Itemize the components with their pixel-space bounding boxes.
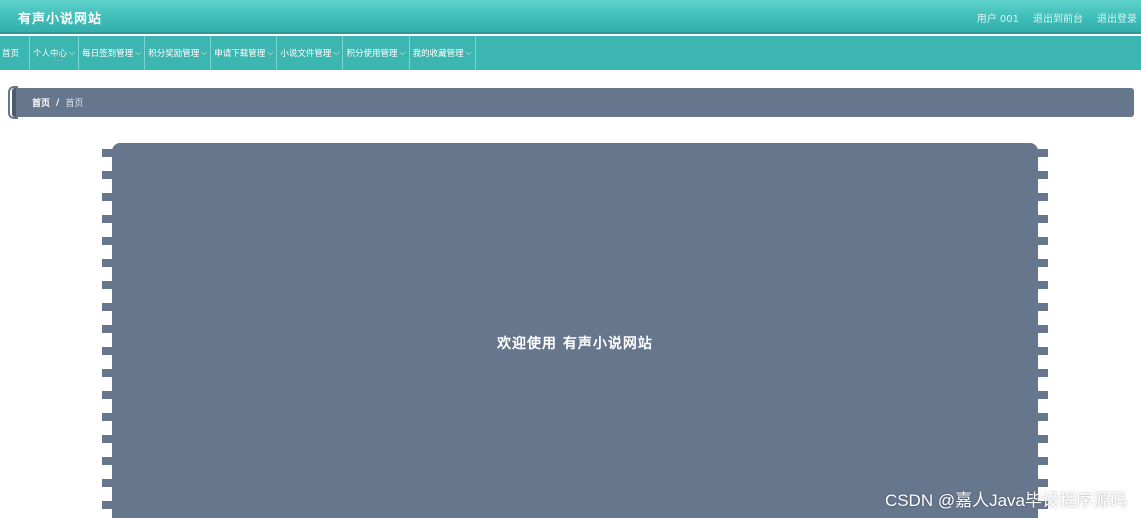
chevron-down-icon: ⌵ xyxy=(201,48,208,57)
chevron-down-icon: ⌵ xyxy=(69,48,76,57)
nav-item-novel-files[interactable]: 小说文件管理 ⌵ xyxy=(277,36,344,70)
nav-item-label: 每日签到管理 xyxy=(82,49,134,59)
nav-item-daily-checkin[interactable]: 每日签到管理 ⌵ xyxy=(79,36,146,70)
nav-item-points-reward[interactable]: 积分奖励管理 ⌵ xyxy=(145,36,212,70)
site-title: 有声小说网站 xyxy=(18,12,103,27)
chevron-down-icon: ⌵ xyxy=(333,48,340,57)
nav-item-label: 申请下载管理 xyxy=(214,49,266,59)
top-header: 有声小说网站 用户 001 退出到前台 退出登录 xyxy=(0,0,1141,34)
nav-item-label: 首页 xyxy=(2,49,20,59)
nav-item-home[interactable]: 首页 xyxy=(0,36,31,70)
chevron-down-icon: ⌵ xyxy=(399,48,406,57)
chevron-down-icon: ⌵ xyxy=(135,48,142,57)
nav-item-download-request[interactable]: 申请下载管理 ⌵ xyxy=(211,36,278,70)
panel-right-edge xyxy=(1038,149,1048,518)
welcome-panel-wrapper: 欢迎使用 有声小说网站 xyxy=(102,143,1048,518)
nav-item-label: 积分奖励管理 xyxy=(148,49,200,59)
user-label: 用户 001 xyxy=(976,14,1019,25)
breadcrumb: 首页 / 首页 xyxy=(12,88,1134,117)
nav-item-label: 积分使用管理 xyxy=(346,49,398,59)
logout-link[interactable]: 退出登录 xyxy=(1097,10,1137,25)
breadcrumb-home-link[interactable]: 首页 xyxy=(32,96,50,109)
main-nav: 首页 个人中心 ⌵ 每日签到管理 ⌵ 积分奖励管理 ⌵ 申请下载管理 ⌵ 小说文… xyxy=(0,36,1141,70)
chevron-down-icon: ⌵ xyxy=(267,48,274,57)
hand-cursor-icon: ☝ xyxy=(54,49,63,65)
back-to-front-link[interactable]: 退出到前台 xyxy=(1033,10,1083,25)
panel-left-edge xyxy=(102,149,112,518)
chevron-down-icon: ⌵ xyxy=(465,48,472,57)
welcome-panel: 欢迎使用 有声小说网站 xyxy=(112,143,1038,518)
nav-item-points-usage[interactable]: 积分使用管理 ⌵ xyxy=(343,36,410,70)
header-actions: 用户 001 退出到前台 退出登录 xyxy=(977,10,1137,25)
nav-item-label: 我的收藏管理 xyxy=(412,49,464,59)
welcome-message: 欢迎使用 有声小说网站 xyxy=(497,336,653,352)
breadcrumb-separator: / xyxy=(56,97,60,108)
watermark: CSDN @嘉人Java毕设程序源码 xyxy=(884,491,1127,510)
nav-item-my-favorites[interactable]: 我的收藏管理 ⌵ xyxy=(410,36,476,70)
nav-item-label: 小说文件管理 xyxy=(280,49,332,59)
breadcrumb-current: 首页 xyxy=(65,99,84,109)
